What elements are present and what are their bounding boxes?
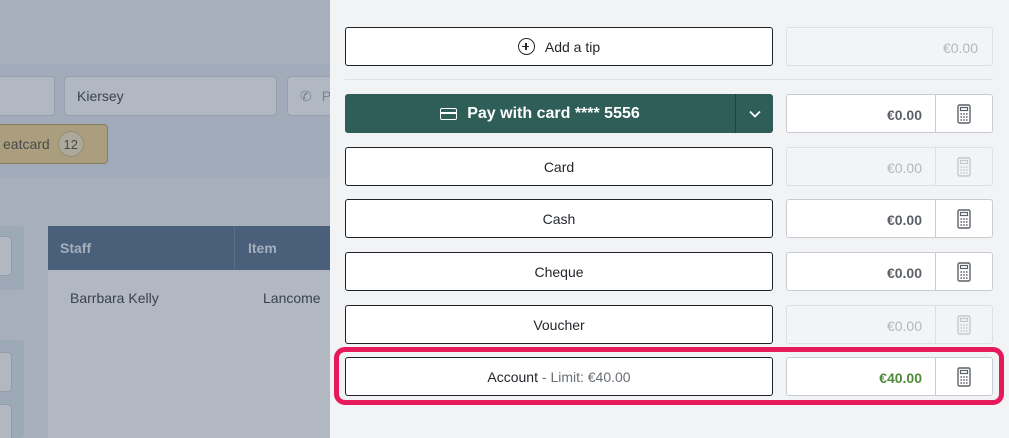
pay-with-card-label: Pay with card **** 5556 [467,104,640,122]
calculator-icon [957,103,971,124]
divider [345,79,993,80]
card-payment-button[interactable]: Card [345,147,773,186]
voucher-payment-button[interactable]: Voucher [345,305,773,344]
cheque-amount-value: €0.00 [886,265,922,281]
card-amount-field: €0.00 [786,147,993,186]
credit-card-icon [440,107,458,120]
tip-amount-field: €0.00 [786,27,993,66]
voucher-amount-field: €0.00 [786,305,993,344]
card-options-dropdown[interactable] [735,94,773,133]
cash-amount-field[interactable]: €0.00 [786,199,993,238]
modal-overlay[interactable] [0,0,330,438]
account-limit: Limit: €40.00 [550,368,631,385]
background-app: Kiersey ✆ P eatcard 12 Staff Item Barrba… [0,0,330,438]
plus-circle-icon [517,38,535,55]
voucher-amount-value: €0.00 [886,318,922,334]
account-amount-field[interactable]: €40.00 [786,357,993,396]
add-tip-label: Add a tip [544,38,601,55]
calculator-icon [957,314,971,335]
calculator-icon [957,366,971,387]
calculator-button[interactable] [935,253,992,290]
account-payment-button[interactable]: Account - Limit: €40.00 [345,357,773,396]
calculator-icon [957,156,971,177]
cash-payment-button[interactable]: Cash [345,199,773,238]
card-on-file-amount-value: €0.00 [886,107,922,123]
card-amount-value: €0.00 [886,160,922,176]
chevron-down-icon [748,110,761,118]
calculator-button[interactable] [935,358,992,395]
cheque-payment-button[interactable]: Cheque [345,252,773,291]
pay-with-card-split-button: Pay with card **** 5556 [345,94,773,133]
cash-payment-label: Cash [542,210,576,227]
pay-with-card-button[interactable]: Pay with card **** 5556 [345,94,735,133]
account-payment-label: Account [487,368,538,385]
card-payment-label: Card [543,158,575,175]
account-separator: - [537,368,551,385]
calculator-button[interactable] [935,95,992,132]
calculator-button-disabled [935,306,992,343]
cheque-payment-label: Cheque [534,263,584,280]
voucher-payment-label: Voucher [533,316,585,333]
tip-amount-value: €0.00 [942,40,978,56]
cheque-amount-field[interactable]: €0.00 [786,252,993,291]
cash-amount-value: €0.00 [886,212,922,228]
calculator-icon [957,261,971,282]
account-amount-value: €40.00 [879,370,922,386]
add-tip-button[interactable]: Add a tip [345,27,773,66]
calculator-icon [957,208,971,229]
calculator-button-disabled [935,148,992,185]
card-on-file-amount-field[interactable]: €0.00 [786,94,993,133]
calculator-button[interactable] [935,200,992,237]
